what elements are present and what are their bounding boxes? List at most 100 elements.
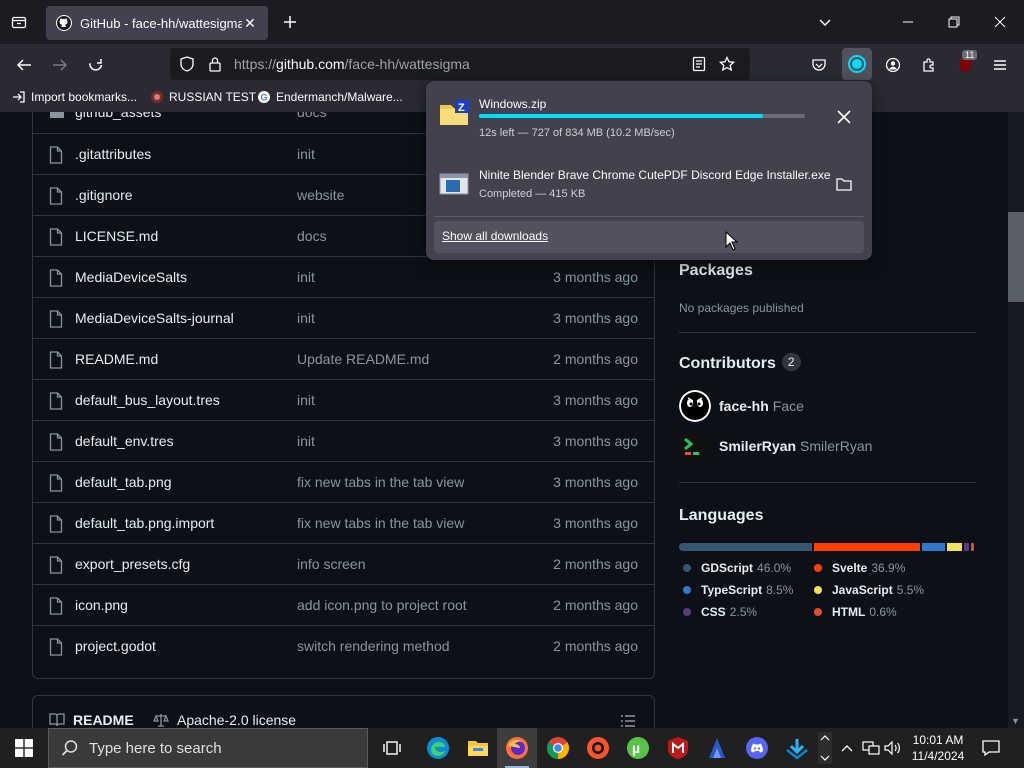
tab-close-icon[interactable]: ✕ [242,15,258,31]
commit-message-link[interactable]: add icon.png to project root [297,597,467,613]
file-name-link[interactable]: default_tab.png [75,474,172,490]
file-name-link[interactable]: .gitattributes [75,146,151,162]
download-item-windows-zip[interactable]: Z Windows.zip 12s left — 727 of 834 MB (… [434,87,864,147]
windows-start-icon[interactable] [0,728,48,768]
downloads-button[interactable] [842,48,872,80]
file-name-link[interactable]: default_tab.png.import [75,515,214,531]
lock-icon[interactable] [206,55,224,73]
bookmark-import[interactable]: Import bookmarks... [12,90,137,104]
menu-hamburger-icon[interactable] [989,54,1011,76]
close-window-icon[interactable] [990,12,1010,32]
commit-message-link[interactable]: switch rendering method [297,638,450,654]
file-row[interactable]: default_env.tres init 3 months ago [33,420,654,461]
edge-icon[interactable] [418,728,458,768]
page-scrollbar[interactable]: ▼ [1008,112,1024,728]
tracking-protection-shield-icon[interactable] [178,55,196,73]
mcafee-icon[interactable] [658,728,698,768]
language-item[interactable]: GDScript 46.0% [683,561,791,575]
file-name-link[interactable]: export_presets.cfg [75,556,190,572]
file-row[interactable]: icon.png add icon.png to project root 2 mo… [33,584,654,625]
file-row[interactable]: default_tab.png fix new tabs in the tab v… [33,461,654,502]
file-name-link[interactable]: README.md [75,351,158,367]
file-explorer-icon[interactable] [458,728,498,768]
commit-message-link[interactable]: docs [297,228,327,244]
file-name-link[interactable]: .gitignore [75,187,133,203]
commit-message-link[interactable]: init [297,146,315,162]
forward-icon[interactable] [49,54,71,76]
license-tab[interactable]: Apache-2.0 license [153,712,296,728]
system-clock[interactable]: 10:01 AM 11/4/2024 [908,732,968,764]
language-item[interactable]: CSS 2.5% [683,605,757,619]
language-item[interactable]: JavaScript 5.5% [814,583,924,597]
download-item-ninite[interactable]: Ninite Blender Brave Chrome CutePDF Disc… [434,158,864,218]
file-row[interactable]: MediaDeviceSalts-journal init 3 months ago [33,297,654,338]
language-item[interactable]: Svelte 36.9% [814,561,905,575]
file-row[interactable]: project.godot switch rendering method 2 mo… [33,625,654,666]
discord-icon[interactable] [737,728,777,768]
commit-message-link[interactable]: fix new tabs in the tab view [297,474,464,490]
file-name-link[interactable]: LICENSE.md [75,228,158,244]
file-row[interactable]: README.md Update README.md 2 months ago [33,338,654,379]
file-name-link[interactable]: default_env.tres [75,433,174,449]
firefox-icon[interactable] [497,728,537,768]
commit-message-link[interactable]: Update README.md [297,351,429,367]
task-view-icon[interactable] [372,728,412,768]
commit-message-link[interactable]: docs [297,112,327,120]
bookmark-russian-test[interactable]: RUSSIAN TEST [150,90,256,104]
avatar[interactable] [679,390,711,422]
chevron-up-icon[interactable] [838,739,856,757]
commit-message-link[interactable]: website [297,187,344,203]
commit-message-link[interactable]: init [297,433,315,449]
reload-icon[interactable] [85,54,107,76]
scroll-down-icon[interactable]: ▼ [1011,716,1020,726]
network-icon[interactable] [862,739,880,757]
file-name-link[interactable]: project.godot [75,638,156,654]
language-item[interactable]: TypeScript 8.5% [683,583,793,597]
bookmark-star-icon[interactable] [718,55,736,73]
pocket-icon[interactable] [808,54,830,76]
commit-message-link[interactable]: init [297,269,315,285]
readme-tab[interactable]: README [49,712,134,728]
list-all-tabs-icon[interactable] [8,11,30,33]
file-name-link[interactable]: github_assets [75,112,161,120]
file-row[interactable]: MediaDeviceSalts init 3 months ago [33,256,654,297]
cancel-download-icon[interactable] [834,107,854,127]
ublock-extension-icon[interactable]: 11 [954,50,978,76]
tab-github[interactable]: GitHub - face-hh/wattesigma ✕ [46,6,268,40]
chevron-down-icon[interactable] [815,12,835,32]
file-name-link[interactable]: MediaDeviceSalts-journal [75,310,234,326]
notifications-icon[interactable] [982,739,1000,757]
avatar[interactable] [679,430,711,462]
file-row[interactable]: export_presets.cfg info screen 2 months ag… [33,543,654,584]
back-icon[interactable] [13,54,35,76]
contributor-smilerryan[interactable]: SmilerRyan SmilerRyan [679,430,872,462]
open-folder-icon[interactable] [834,174,854,194]
file-name-link[interactable]: default_bus_layout.tres [75,392,220,408]
minimize-icon[interactable] [898,12,918,32]
url-bar[interactable]: https://github.com/face-hh/wattesigma [170,48,750,80]
packages-title[interactable]: Packages [679,262,753,280]
taskbar-search-box[interactable]: Type here to search [48,728,368,768]
chrome-icon[interactable] [538,728,578,768]
file-name-link[interactable]: icon.png [75,597,128,613]
commit-message-link[interactable]: info screen [297,556,365,572]
file-row[interactable]: default_tab.png.import fix new tabs in th… [33,502,654,543]
file-name-link[interactable]: MediaDeviceSalts [75,269,187,285]
download-manager-icon[interactable] [777,728,817,768]
restore-icon[interactable] [944,12,964,32]
bookmark-endermanch[interactable]: G Endermanch/Malware... [257,90,403,104]
utorrent-icon[interactable]: µ [618,728,658,768]
commit-message-link[interactable]: init [297,392,315,408]
extensions-puzzle-icon[interactable] [918,54,940,76]
commit-message-link[interactable]: fix new tabs in the tab view [297,515,464,531]
volume-icon[interactable] [884,739,902,757]
blender-like-app-icon[interactable] [697,728,737,768]
outline-list-icon[interactable] [620,714,636,728]
commit-message-link[interactable]: init [297,310,315,326]
new-tab-icon[interactable] [280,12,300,32]
language-item[interactable]: HTML 0.6% [814,605,897,619]
show-all-downloads-button[interactable]: Show all downloads [434,221,864,253]
scrollbar-thumb[interactable] [1008,212,1024,302]
reader-view-icon[interactable] [690,55,708,73]
contributor-face-hh[interactable]: face-hh Face [679,390,804,422]
